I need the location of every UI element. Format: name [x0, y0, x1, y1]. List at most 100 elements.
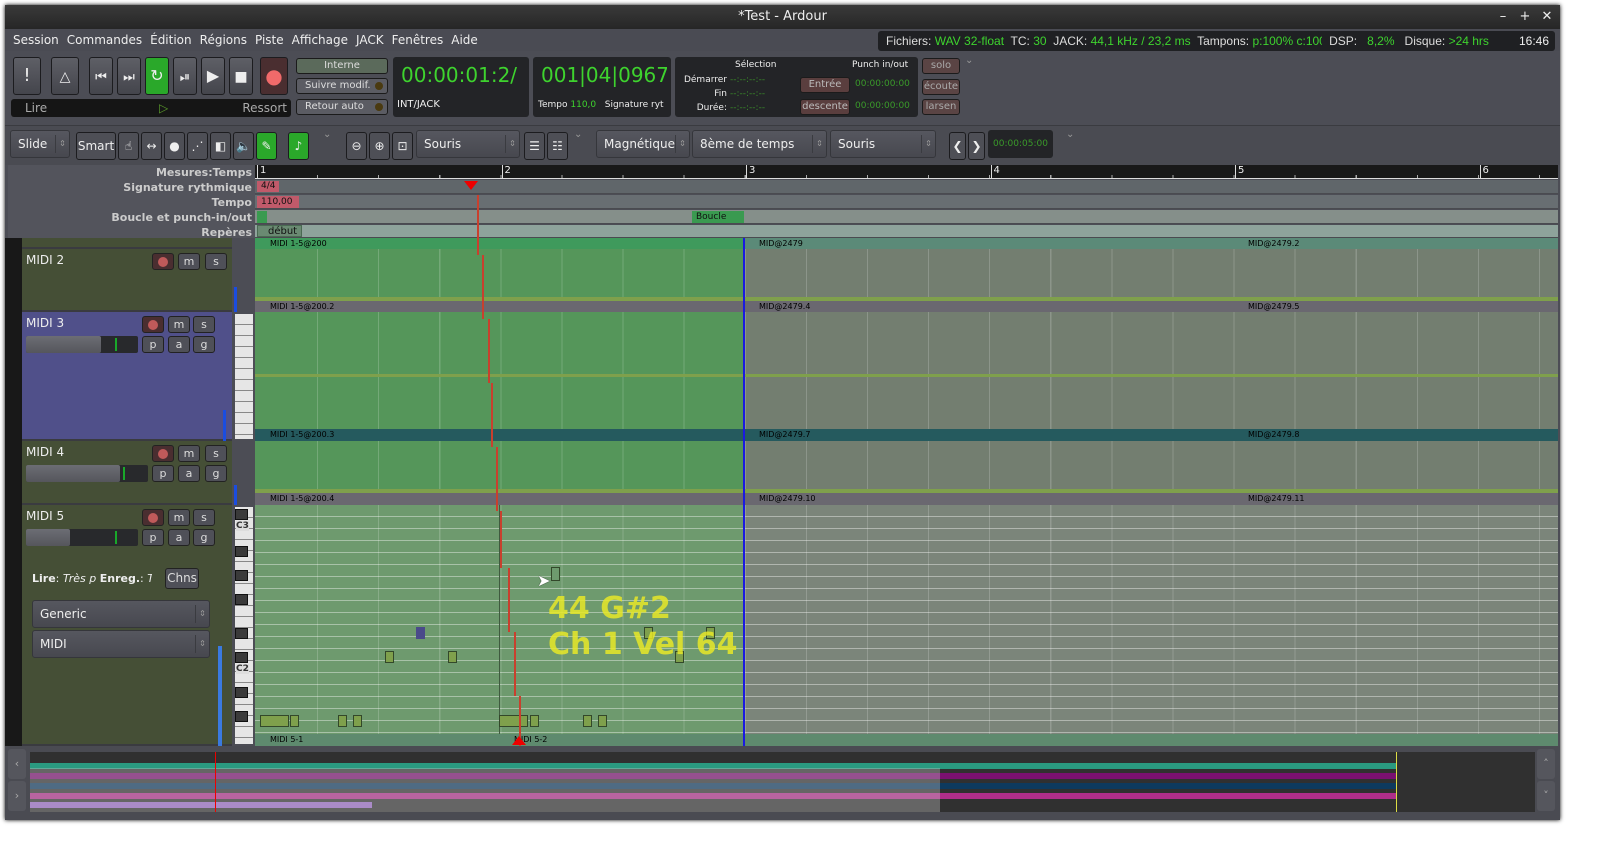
playlist-button[interactable]: p — [142, 529, 164, 546]
scroll-down-button[interactable]: ˅ — [1537, 781, 1555, 811]
record-arm-button[interactable] — [142, 316, 164, 333]
group-button[interactable]: g — [193, 336, 215, 353]
record-button[interactable]: ● — [260, 57, 288, 95]
panic-button[interactable]: ! — [13, 57, 41, 95]
sync-button[interactable]: Interne — [296, 58, 388, 74]
nudge-back-button[interactable]: ❮ — [949, 132, 966, 160]
channels-button[interactable]: Chns — [165, 568, 199, 589]
menu-regions[interactable]: Régions — [196, 29, 251, 51]
gain-fader[interactable] — [26, 465, 148, 482]
feedback-button[interactable]: larsen — [922, 99, 960, 115]
chevron-down-icon[interactable]: ⌄ — [965, 55, 973, 66]
piano-keyboard[interactable] — [235, 314, 253, 439]
gain-fader[interactable] — [26, 336, 138, 353]
playhead-line[interactable] — [508, 568, 510, 632]
track-header-midi-5[interactable]: MIDI 5 m s p a g Lire: Très p Enreg.: Tr… — [22, 505, 232, 746]
primary-clock[interactable]: 00:00:01:2/ INT/JACK — [393, 57, 529, 117]
automation-button[interactable]: a — [178, 465, 200, 482]
track-header-midi-3[interactable]: MIDI 3 m s p a g — [22, 312, 232, 441]
zoom-session-button[interactable]: ⊡ — [392, 132, 413, 160]
listen-button[interactable]: écoute — [922, 79, 960, 95]
loop-marker[interactable]: Boucle — [692, 211, 744, 223]
play-selection-button[interactable]: ⏯ — [173, 57, 197, 95]
stretch-tool-button[interactable]: ◧ — [210, 132, 231, 160]
playhead-marker-icon[interactable] — [464, 181, 478, 190]
chevron-down-icon[interactable]: ⌄ — [1066, 129, 1074, 140]
internal-edit-button[interactable]: ♪ — [288, 132, 309, 160]
meter-ruler[interactable]: 4/4 — [255, 180, 1558, 194]
track-header-midi-2[interactable]: MIDI 2 m s — [22, 249, 232, 312]
midi-note[interactable] — [290, 715, 299, 727]
menu-view[interactable]: Affichage — [288, 29, 352, 51]
meter-marker[interactable]: 4/4 — [257, 181, 280, 192]
menu-session[interactable]: Session — [9, 29, 63, 51]
metronome-button[interactable]: △ — [51, 57, 79, 95]
tempo-ruler[interactable]: 110,00 — [255, 195, 1558, 209]
midi-note[interactable] — [448, 651, 457, 663]
region-name-bar[interactable]: MIDI 1-5@200.2 MID@2479.4 MID@2479.5 — [255, 301, 1558, 312]
chevron-down-icon[interactable]: ⌄ — [323, 129, 331, 140]
loop-start-marker[interactable] — [257, 211, 267, 223]
zoom-focus-select[interactable]: Souris ⇕ — [416, 130, 520, 158]
punch-out-button[interactable]: descente — [800, 99, 850, 115]
smart-mode-button[interactable]: Smart — [76, 132, 116, 160]
group-button[interactable]: g — [205, 465, 227, 482]
midi-note[interactable] — [260, 715, 289, 727]
zoom-out-button[interactable]: ⊖ — [346, 132, 367, 160]
mute-button[interactable]: m — [178, 253, 200, 270]
midi-note-hovered[interactable] — [551, 567, 560, 581]
piano-keyboard[interactable]: C3 C2 — [235, 507, 253, 744]
menu-jack[interactable]: JACK — [352, 29, 388, 51]
solo-button[interactable]: s — [193, 509, 215, 526]
playlist-button[interactable]: p — [142, 336, 164, 353]
chevron-down-icon[interactable]: ⌄ — [574, 129, 582, 140]
midi-note[interactable] — [583, 715, 592, 727]
markers-ruler[interactable]: début — [255, 225, 1558, 238]
loop-button[interactable]: ↻ — [145, 57, 169, 95]
solo-button[interactable]: s — [193, 316, 215, 333]
mute-button[interactable]: m — [168, 316, 190, 333]
tempo-marker[interactable]: 110,00 — [257, 196, 299, 208]
record-arm-button[interactable] — [152, 445, 174, 462]
grab-tool-button[interactable]: ☝ — [118, 132, 139, 160]
play-button[interactable]: ▶ — [201, 57, 225, 95]
loop-punch-ruler[interactable]: Boucle — [255, 210, 1558, 224]
solo-button[interactable]: solo — [922, 58, 960, 74]
playhead-line[interactable] — [491, 383, 493, 447]
close-button[interactable]: ✕ — [1537, 5, 1557, 29]
minimize-button[interactable]: – — [1493, 5, 1513, 29]
playback-value[interactable]: Très p — [63, 572, 96, 585]
midi-note[interactable] — [353, 715, 362, 727]
midnam-mode-select[interactable]: MIDI ⇕ — [32, 630, 210, 658]
record-arm-button[interactable] — [142, 509, 164, 526]
scroll-left-button[interactable]: ‹ — [8, 749, 26, 779]
selection-end[interactable]: --:--:--:-- — [730, 89, 765, 99]
follow-edits-button[interactable]: Suivre modif. — [296, 78, 388, 94]
draw-tool-button[interactable]: ✎ — [256, 132, 277, 160]
group-button[interactable]: g — [193, 529, 215, 546]
gain-fader[interactable] — [26, 529, 138, 546]
track-header-midi-4[interactable]: MIDI 4 m s p a g — [22, 441, 232, 505]
playhead-line[interactable] — [496, 447, 498, 511]
track-name[interactable]: MIDI 5 — [26, 509, 64, 523]
playhead-line[interactable] — [514, 632, 516, 696]
auto-return-button[interactable]: Retour auto — [296, 99, 388, 115]
mute-button[interactable]: m — [178, 445, 200, 462]
menu-help[interactable]: Aide — [447, 29, 482, 51]
punch-in-time[interactable]: 00:00:00:00 — [855, 79, 910, 89]
start-marker[interactable]: début — [257, 225, 303, 237]
midi-note[interactable] — [385, 651, 394, 663]
goto-end-button[interactable]: ⏭ — [117, 57, 141, 95]
automation-button[interactable]: a — [168, 529, 190, 546]
midi-note[interactable] — [338, 715, 347, 727]
solo-button[interactable]: s — [205, 253, 227, 270]
record-value[interactable]: Tr — [147, 572, 152, 585]
track-name[interactable]: MIDI 3 — [26, 316, 64, 330]
grid-type-select[interactable]: 8ème de temps ⇕ — [692, 130, 827, 158]
selection-start[interactable]: --:--:--:-- — [730, 75, 765, 85]
nudge-forward-button[interactable]: ❯ — [968, 132, 985, 160]
menu-commands[interactable]: Commandes — [63, 29, 146, 51]
region-name-bar[interactable]: MIDI 1-5@200.4 MID@2479.10 MID@2479.11 — [255, 493, 1558, 505]
region-name-bar[interactable]: MIDI 1-5@200 MID@2479 MID@2479.2 — [255, 238, 1558, 249]
track-name[interactable]: MIDI 2 — [26, 253, 64, 267]
